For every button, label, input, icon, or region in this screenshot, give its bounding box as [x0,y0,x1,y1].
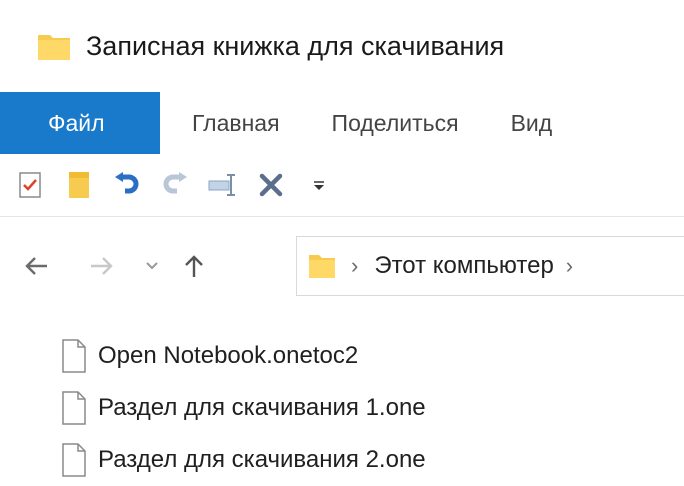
file-name: Open Notebook.onetoc2 [98,342,359,369]
folder-icon [38,35,70,60]
delete-icon[interactable] [254,168,288,202]
tab-view[interactable]: Вид [485,92,579,154]
ribbon-tabs: Файл Главная Поделиться Вид [0,92,684,154]
redo-icon[interactable] [158,168,192,202]
breadcrumb-separator-icon[interactable]: › [351,253,358,279]
file-name: Раздел для скачивания 2.one [98,446,426,473]
list-item[interactable]: Open Notebook.onetoc2 [60,330,680,382]
new-folder-icon[interactable] [62,168,96,202]
navigation-bar: › Этот компьютер › [0,228,684,304]
list-item[interactable]: Раздел для скачивания 1.one [60,382,680,434]
title-bar: Записная книжка для скачивания [0,0,684,92]
tab-file[interactable]: Файл [0,92,160,154]
folder-icon [309,255,335,278]
window-title: Записная книжка для скачивания [86,30,505,61]
customize-dropdown-icon[interactable] [302,168,336,202]
up-arrow-icon[interactable] [176,248,212,284]
file-icon [62,443,86,477]
tab-share[interactable]: Поделиться [306,92,485,154]
file-name: Раздел для скачивания 1.one [98,394,426,421]
undo-icon[interactable] [110,168,144,202]
file-icon [62,391,86,425]
forward-arrow-icon[interactable] [84,248,120,284]
list-item[interactable]: Раздел для скачивания 2.one [60,434,680,486]
recent-locations-chevron-icon[interactable] [140,248,164,284]
tab-home[interactable]: Главная [166,92,306,154]
properties-icon[interactable] [14,168,48,202]
breadcrumb-separator-icon[interactable]: › [566,253,573,279]
file-icon [62,339,86,373]
rename-icon[interactable] [206,168,240,202]
back-arrow-icon[interactable] [18,248,54,284]
quick-access-toolbar [0,154,684,217]
address-bar[interactable]: › Этот компьютер › [296,236,684,296]
breadcrumb-this-pc[interactable]: Этот компьютер [374,252,553,280]
file-list: Open Notebook.onetoc2 Раздел для скачива… [60,330,680,486]
